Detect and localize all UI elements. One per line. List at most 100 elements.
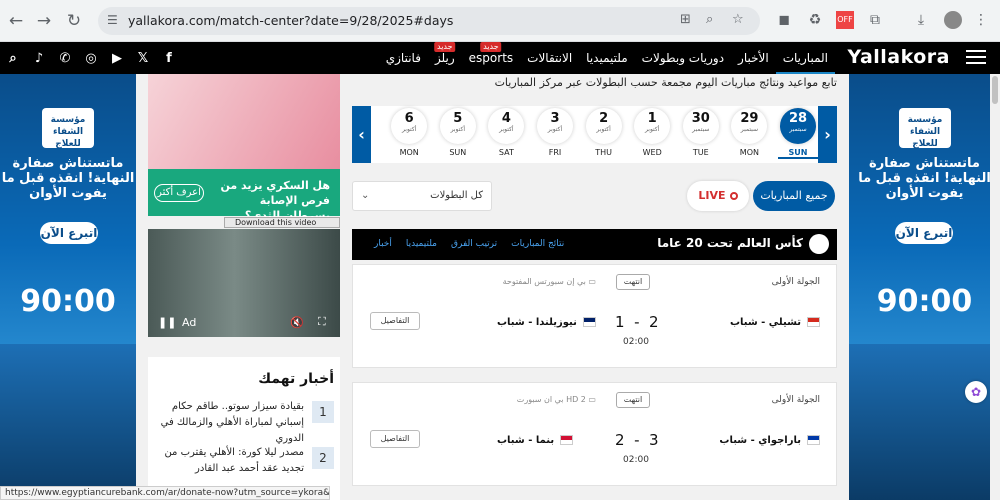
match-card[interactable]: الجولة الأولى انتهت بي ان سبورت HD 2 ▭ ب… (352, 382, 837, 486)
side-ad-left[interactable]: مؤسسة الشفاء للعلاج ماتستناش صفارة النها… (0, 74, 136, 500)
download-video-bar[interactable]: Download this video (224, 217, 340, 228)
date-item[interactable]: 4 أكتوبر SAT (486, 108, 526, 157)
extension-off-icon[interactable]: OFF (836, 11, 854, 29)
donate-button[interactable]: اتبرع الآن (895, 222, 953, 244)
date-circle: 30 سبتمبر (682, 108, 719, 144)
nav-item-esports[interactable]: جديد esports (462, 42, 520, 74)
news-text[interactable]: مصدر ليلا كورة: الأهلي يقترب من تجديد عق… (154, 445, 304, 477)
extension-icon[interactable]: ◼ (775, 11, 793, 29)
nav-item-multimedia[interactable]: ملتيميديا (579, 42, 635, 74)
date-item[interactable]: 5 أكتوبر SUN (438, 108, 478, 157)
profile-avatar[interactable] (944, 11, 962, 29)
date-number: 29 (740, 111, 759, 126)
video-ad[interactable]: ❚❚ Ad 🔇 ⛶ (148, 229, 340, 337)
donate-button[interactable]: اتبرع الآن (40, 222, 98, 244)
nav-item-transfers[interactable]: الانتقالات (520, 42, 579, 74)
tab-standings[interactable]: ترتيب الفرق (451, 229, 497, 260)
assistant-floating-icon[interactable]: ✿ (965, 381, 987, 403)
date-item[interactable]: 6 أكتوبر MON (389, 108, 429, 157)
mute-icon[interactable]: 🔇 (290, 316, 304, 329)
reload-icon[interactable]: ↻ (62, 9, 86, 33)
date-month: أكتوبر (450, 126, 465, 133)
date-item[interactable]: 29 سبتمبر MON (729, 108, 769, 157)
date-item[interactable]: 2 أكتوبر THU (584, 108, 624, 157)
learn-more-button[interactable]: اعرف أكثر (154, 184, 204, 202)
social-links: ⌕ ♪ ✆ ◎ ▶ 𝕏 f (0, 42, 182, 74)
ad-text: ماتستناش صفارة النهاية! انقذه قبل ما يفو… (858, 156, 991, 201)
bookmark-star-icon[interactable]: ☆ (732, 12, 744, 27)
zoom-icon[interactable]: ⌕ (706, 12, 713, 27)
youtube-icon[interactable]: ▶ (104, 51, 130, 66)
extension-icon[interactable]: ♻ (806, 11, 824, 29)
fullscreen-icon[interactable]: ⛶ (318, 315, 326, 329)
date-weekday: SAT (498, 148, 514, 157)
scroll-thumb[interactable] (992, 76, 998, 104)
competition-name[interactable]: كأس العالم تحت 20 عاما (657, 236, 803, 250)
link-status-bar: https://www.egyptiancurebank.com/ar/dona… (0, 486, 330, 500)
date-month: سبتمبر (692, 126, 710, 133)
match-score: 1 - 2 (615, 313, 659, 331)
next-dates-icon[interactable]: › (818, 106, 837, 163)
nav-item-leagues[interactable]: دوريات وبطولات (635, 42, 731, 74)
pause-icon[interactable]: ❚❚ (158, 316, 176, 329)
date-item[interactable]: 3 أكتوبر FRI (535, 108, 575, 157)
translate-icon[interactable]: ⊞ (680, 12, 691, 27)
news-text[interactable]: بقيادة سيزار سوتو.. طاقم حكام إسباني لمب… (154, 399, 304, 447)
ad-label: Ad (182, 316, 197, 329)
instagram-icon[interactable]: ◎ (78, 51, 104, 66)
facebook-icon[interactable]: f (156, 51, 182, 66)
tab-news[interactable]: أخبار (374, 229, 392, 260)
site-logo[interactable]: Yallakora (847, 46, 950, 68)
url-text[interactable]: yallakora.com/match-center?date=9/28/202… (128, 13, 453, 28)
nav-item-news[interactable]: الأخبار (731, 42, 776, 74)
details-button[interactable]: التفاصيل (370, 312, 420, 330)
date-month: أكتوبر (401, 126, 417, 133)
live-button[interactable]: LIVE (687, 181, 749, 211)
new-zealand-flag-icon (582, 317, 596, 327)
news-item[interactable]: 2 مصدر ليلا كورة: الأهلي يقترب من تجديد … (154, 445, 334, 485)
ad-score: 90:00 (876, 284, 973, 319)
tab-results[interactable]: نتائج المباريات (511, 229, 564, 260)
date-item[interactable]: 30 سبتمبر TUE (681, 108, 721, 157)
site-info-icon[interactable]: ☰ (107, 13, 118, 27)
date-circle: 6 أكتوبر (391, 108, 428, 144)
promo-card[interactable]: هل السكري يزيد من فرص الإصابة بسرطان الث… (148, 74, 340, 222)
home-team[interactable]: تشيلي - شباب (730, 317, 820, 328)
intro-text: تابع مواعيد ونتائج مباريات اليوم مجمعة ح… (494, 76, 837, 89)
match-card[interactable]: الجولة الأولى انتهت بي إن سبورتس المفتوح… (352, 264, 837, 368)
date-number: 4 (501, 111, 511, 126)
date-item[interactable]: 28 سبتمبر SUN (778, 108, 818, 159)
date-number: 1 (647, 111, 657, 126)
news-item[interactable]: 1 بقيادة سيزار سوتو.. طاقم حكام إسباني ل… (154, 399, 334, 444)
page-scrollbar[interactable] (990, 74, 1000, 500)
match-status: انتهت (616, 392, 650, 408)
date-item[interactable]: 1 أكتوبر WED (632, 108, 672, 157)
match-round: الجولة الأولى (771, 395, 820, 405)
details-button[interactable]: التفاصيل (370, 430, 420, 448)
all-matches-button[interactable]: جميع المباريات (753, 181, 835, 211)
date-weekday: MON (399, 148, 419, 157)
whatsapp-icon[interactable]: ✆ (52, 51, 78, 66)
tiktok-icon[interactable]: ♪ (26, 51, 52, 66)
nav-item-fantasy[interactable]: فانتازي (379, 42, 428, 74)
away-team[interactable]: نيوزيلندا - شباب (497, 317, 596, 328)
back-icon[interactable]: ← (4, 9, 28, 33)
panama-flag-icon (560, 435, 574, 445)
nav-item-reels[interactable]: جديد ريلز (428, 42, 462, 74)
tab-multimedia[interactable]: ملتيميديا (406, 229, 437, 260)
address-bar[interactable]: ☰ yallakora.com/match-center?date=9/28/2… (98, 7, 760, 35)
side-ad-right[interactable]: مؤسسة الشفاء للعلاج ماتستناش صفارة النها… (849, 74, 1000, 500)
search-icon[interactable]: ⌕ (0, 51, 26, 66)
hamburger-menu-icon[interactable] (966, 50, 986, 66)
away-team[interactable]: بنما - شباب (497, 435, 574, 446)
prev-dates-icon[interactable]: ‹ (352, 106, 371, 163)
more-menu-icon[interactable]: ⋮ (972, 11, 990, 29)
x-twitter-icon[interactable]: 𝕏 (130, 51, 156, 66)
home-team[interactable]: باراجواي - شباب (719, 435, 820, 446)
extensions-puzzle-icon[interactable]: ⧉ (866, 11, 884, 29)
nav-item-matches[interactable]: المباريات (775, 42, 835, 74)
download-icon[interactable]: ⤓ (912, 11, 930, 29)
forward-icon[interactable]: → (32, 9, 56, 33)
date-number: 2 (599, 111, 609, 126)
championship-select[interactable]: ⌄ كل البطولات (352, 181, 492, 211)
